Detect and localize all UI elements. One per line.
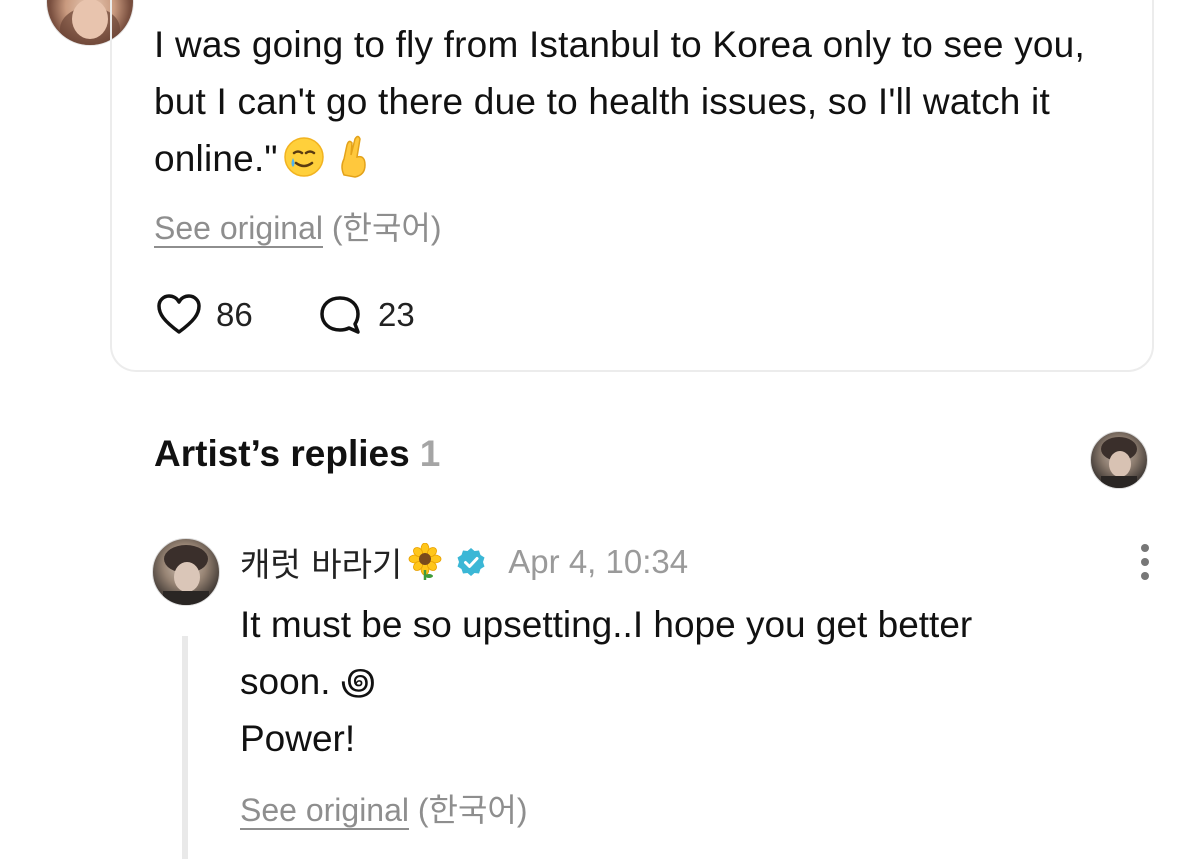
comment-bubble-icon bbox=[320, 296, 360, 334]
artist-replies-header: Artist’s replies 1 bbox=[154, 433, 440, 475]
reply-author-name[interactable]: 캐럿 바라기 bbox=[240, 538, 402, 586]
artist-avatar-header[interactable] bbox=[1090, 431, 1148, 489]
more-options-button[interactable] bbox=[1130, 540, 1160, 584]
vertical-dots-icon bbox=[1141, 544, 1149, 580]
verified-badge-icon bbox=[456, 547, 486, 577]
artist-reply-avatar[interactable] bbox=[152, 538, 220, 606]
artist-avatar-image bbox=[163, 545, 209, 605]
see-original-link[interactable]: See original bbox=[240, 792, 409, 828]
reply-timestamp: Apr 4, 10:34 bbox=[508, 543, 689, 580]
reply-header: 캐럿 바라기 Apr 4, 10:34 bbox=[240, 538, 688, 586]
like-count: 86 bbox=[216, 296, 253, 333]
heart-icon bbox=[157, 294, 201, 334]
reply-count: 23 bbox=[378, 296, 415, 333]
reply-line-2: soon. ꩜ bbox=[240, 661, 376, 702]
reply-line-3: Power! bbox=[240, 718, 356, 759]
artist-replies-count: 1 bbox=[419, 433, 441, 474]
crossed-fingers-icon bbox=[330, 135, 374, 179]
sunflower-icon bbox=[406, 542, 444, 581]
original-language: (한국어) bbox=[331, 210, 442, 246]
page: I was going to fly from Istanbul to Kore… bbox=[0, 0, 1200, 859]
smiling-face-with-tear-icon bbox=[282, 135, 326, 179]
see-original-link[interactable]: See original bbox=[154, 210, 323, 246]
artist-replies-title: Artist’s replies bbox=[154, 433, 410, 474]
original-language: (한국어) bbox=[417, 792, 528, 828]
reply-thread-line bbox=[182, 636, 188, 859]
like-button[interactable]: 86 bbox=[156, 294, 253, 336]
reply-button[interactable]: 23 bbox=[318, 294, 415, 336]
comment-see-original: See original (한국어) bbox=[154, 203, 442, 249]
artist-avatar-image bbox=[1101, 437, 1137, 488]
reply-see-original: See original (한국어) bbox=[240, 785, 528, 831]
comment-text-block: I was going to fly from Istanbul to Kore… bbox=[154, 16, 1134, 187]
reply-line-1: It must be so upsetting..I hope you get … bbox=[240, 604, 973, 645]
reply-text-block: It must be so upsetting..I hope you get … bbox=[240, 596, 1140, 767]
